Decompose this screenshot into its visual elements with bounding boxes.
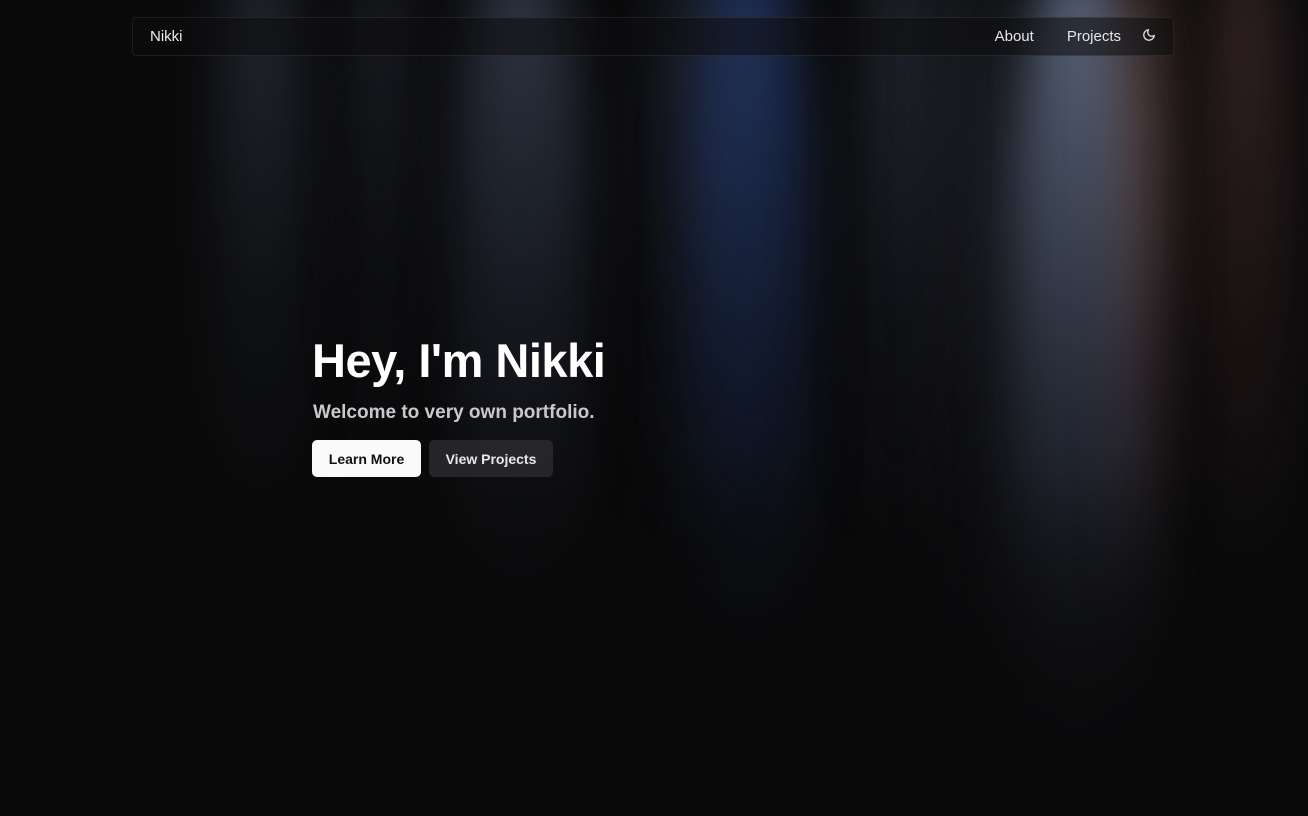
- navbar: Nikki About Projects: [132, 17, 1174, 56]
- nav-link-about[interactable]: About: [995, 28, 1034, 45]
- view-projects-button[interactable]: View Projects: [429, 440, 553, 477]
- theme-toggle-button[interactable]: [1141, 27, 1157, 43]
- hero-subtitle: Welcome to very own portfolio.: [313, 402, 595, 423]
- nav-links: About Projects: [962, 28, 1157, 45]
- background-vignette: [0, 0, 1308, 816]
- learn-more-button[interactable]: Learn More: [312, 440, 421, 477]
- background-light-streaks: [0, 0, 1308, 816]
- hero-title: Hey, I'm Nikki: [312, 334, 606, 387]
- brand-link[interactable]: Nikki: [150, 28, 183, 45]
- hero-actions: Learn More View Projects: [312, 440, 605, 477]
- page: Nikki About Projects Hey, I'm Nikki Welc…: [0, 0, 1308, 816]
- hero-section: Hey, I'm Nikki Welcome to very own portf…: [312, 333, 606, 477]
- moon-icon: [1143, 28, 1155, 41]
- nav-link-projects[interactable]: Projects: [1067, 28, 1121, 45]
